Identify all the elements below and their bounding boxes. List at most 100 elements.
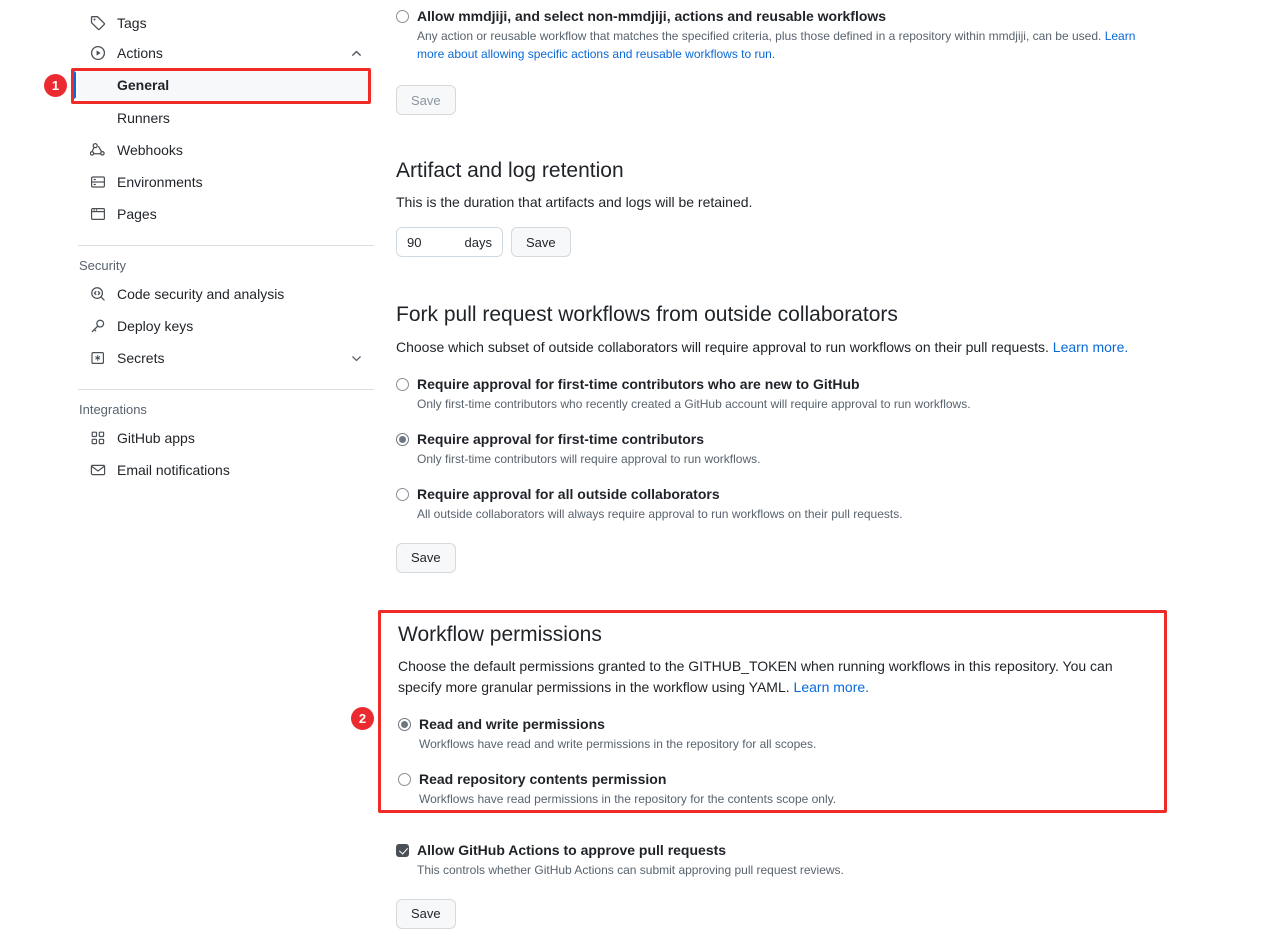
artifact-retention-section: Artifact and log retention This is the d… [396, 157, 1168, 258]
fork-pr-option-label-1: Require approval for first-time contribu… [417, 375, 860, 392]
allowed-actions-help: Any action or reusable workflow that mat… [417, 27, 1147, 63]
workflow-permissions-radio-1[interactable] [398, 717, 411, 731]
sidebar-item-webhooks[interactable]: Webhooks [78, 135, 374, 165]
sidebar-divider-integrations [78, 389, 374, 390]
workflow-permissions-section: Workflow permissions Choose the default … [396, 621, 1168, 808]
browser-icon [89, 205, 107, 223]
workflow-permissions-description-text: Choose the default permissions granted t… [398, 657, 1113, 695]
fork-pr-option-label-2: Require approval for first-time contribu… [417, 430, 705, 447]
sidebar-item-label: Webhooks [117, 142, 183, 158]
workflow-permissions-heading: Workflow permissions [398, 622, 602, 646]
settings-page: Tags Actions General Runners Webhooks En… [0, 0, 1261, 930]
annotation-badge-2: 2 [351, 707, 374, 730]
sidebar-item-label: General [117, 77, 170, 93]
chevron-down-icon[interactable] [348, 350, 364, 366]
fork-pr-option-row-1[interactable]: Require approval for first-time contribu… [396, 374, 1168, 394]
sidebar-section-integrations-title: Integrations [79, 402, 147, 417]
sidebar-item-label: Tags [117, 15, 147, 31]
fork-pr-option-help-2: Only first-time contributors will requir… [417, 451, 761, 466]
sidebar-item-environments[interactable]: Environments [78, 167, 374, 197]
artifact-retention-days-value: 90 [407, 234, 422, 250]
artifact-retention-description: This is the duration that artifacts and … [396, 194, 753, 211]
sidebar-item-label: Deploy keys [117, 318, 194, 334]
allowed-actions-option-label: Allow mmdjiji, and select non-mmdjiji, a… [417, 8, 887, 24]
workflow-permissions-option-help-1: Workflows have read and write permission… [419, 736, 817, 751]
fork-pr-option-help-3: All outside collaborators will always re… [417, 506, 903, 521]
workflow-permissions-learn-more-link[interactable]: Learn more. [794, 679, 869, 695]
workflow-permissions-radio-2[interactable] [398, 772, 411, 786]
apps-grid-icon [89, 429, 107, 447]
approve-pull-requests-label: Allow GitHub Actions to approve pull req… [417, 841, 727, 858]
sidebar-item-general[interactable]: General [71, 70, 374, 100]
allowed-actions-option-row[interactable]: Allow mmdjiji, and select non-mmdjiji, a… [396, 6, 1168, 26]
fork-pr-workflows-learn-more-link[interactable]: Learn more. [1053, 339, 1128, 355]
fork-pr-option-row-2[interactable]: Require approval for first-time contribu… [396, 429, 1168, 449]
sidebar-item-label: GitHub apps [117, 430, 195, 446]
approve-pull-requests-section: Allow GitHub Actions to approve pull req… [396, 840, 1168, 929]
sidebar-item-label: Email notifications [117, 462, 230, 478]
fork-pr-workflows-heading: Fork pull request workflows from outside… [396, 303, 898, 327]
sidebar-item-runners[interactable]: Runners [78, 103, 374, 133]
sidebar-item-label: Code security and analysis [117, 286, 285, 302]
fork-pr-option-row-3[interactable]: Require approval for all outside collabo… [396, 484, 1168, 504]
allowed-actions-save-button[interactable]: Save [396, 85, 456, 115]
approve-pull-requests-help: This controls whether GitHub Actions can… [417, 862, 844, 877]
approve-pull-requests-row[interactable]: Allow GitHub Actions to approve pull req… [396, 840, 1168, 860]
fork-pr-save-button[interactable]: Save [396, 542, 456, 573]
fork-pr-option: Require approval for first-time contribu… [396, 429, 1168, 468]
artifact-retention-days-input[interactable]: 90 days [396, 227, 503, 258]
asterisk-box-icon [89, 349, 107, 367]
workflow-permissions-option-row-2[interactable]: Read repository contents permission [398, 769, 1168, 789]
fork-pr-option-help-1: Only first-time contributors who recentl… [417, 396, 971, 411]
tag-icon [89, 14, 107, 32]
mail-icon [89, 461, 107, 479]
workflow-permissions-option-row-1[interactable]: Read and write permissions [398, 714, 1168, 734]
sidebar-item-label: Actions [117, 45, 163, 61]
server-icon [89, 173, 107, 191]
fork-pr-workflows-section: Fork pull request workflows from outside… [396, 301, 1168, 573]
artifact-retention-heading: Artifact and log retention [396, 159, 624, 182]
webhook-icon [89, 141, 107, 159]
chevron-up-icon[interactable] [348, 45, 364, 61]
sidebar-section-security-title: Security [79, 258, 126, 273]
fork-pr-workflows-description: Choose which subset of outside collabora… [396, 337, 1168, 358]
sidebar-item-pages[interactable]: Pages [78, 199, 374, 229]
sidebar-item-deploy-keys[interactable]: Deploy keys [78, 311, 374, 341]
sidebar-item-email-notifications[interactable]: Email notifications [78, 455, 374, 485]
sidebar-item-github-apps[interactable]: GitHub apps [78, 423, 374, 453]
play-circle-icon [89, 44, 107, 62]
sidebar-item-actions[interactable]: Actions [78, 38, 374, 68]
workflow-permissions-option: Read and write permissions Workflows hav… [398, 714, 1168, 753]
sidebar-item-tags[interactable]: Tags [78, 8, 374, 38]
fork-pr-workflows-description-text: Choose which subset of outside collabora… [396, 338, 1053, 355]
sidebar-item-label: Secrets [117, 350, 165, 366]
fork-pr-option: Require approval for first-time contribu… [396, 374, 1168, 413]
allowed-actions-help-text: Any action or reusable workflow that mat… [417, 29, 1105, 43]
key-icon [89, 317, 107, 335]
sidebar-divider-security [78, 245, 374, 246]
annotation-badge-1: 1 [44, 74, 67, 97]
allowed-actions-radio[interactable] [396, 10, 409, 23]
fork-pr-radio-1[interactable] [396, 377, 409, 391]
sidebar-item-label: Pages [117, 206, 157, 222]
sidebar-item-code-security-and-analysis[interactable]: Code security and analysis [78, 279, 374, 309]
fork-pr-radio-3[interactable] [396, 487, 409, 501]
allowed-actions-option-group: Allow mmdjiji, and select non-mmdjiji, a… [396, 0, 1168, 115]
workflow-permissions-option-label-1: Read and write permissions [419, 715, 605, 732]
code-search-icon [89, 285, 107, 303]
fork-pr-radio-2[interactable] [396, 432, 409, 446]
fork-pr-option: Require approval for all outside collabo… [396, 484, 1168, 523]
artifact-retention-save-button[interactable]: Save [511, 227, 571, 258]
sidebar-item-label: Environments [117, 174, 203, 190]
settings-main-content: Allow mmdjiji, and select non-mmdjiji, a… [396, 0, 1168, 929]
sidebar-item-secrets[interactable]: Secrets [78, 343, 374, 373]
approve-pull-requests-save-button[interactable]: Save [396, 898, 456, 929]
workflow-permissions-option-label-2: Read repository contents permission [419, 770, 667, 787]
approve-pull-requests-checkbox[interactable] [396, 843, 409, 857]
settings-sidebar: Tags Actions General Runners Webhooks En… [71, 0, 374, 485]
fork-pr-option-label-3: Require approval for all outside collabo… [417, 485, 720, 502]
workflow-permissions-description: Choose the default permissions granted t… [398, 656, 1150, 698]
sidebar-item-label: Runners [117, 110, 170, 126]
workflow-permissions-option: Read repository contents permission Work… [398, 769, 1168, 808]
artifact-retention-days-unit: days [464, 234, 492, 250]
